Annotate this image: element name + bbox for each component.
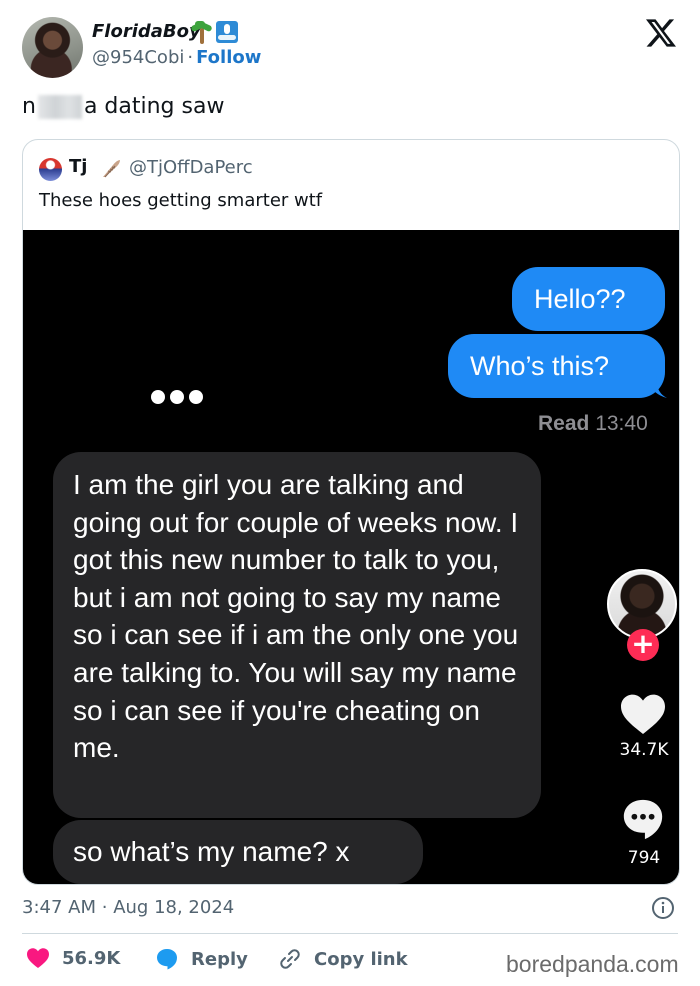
reply-bubble-icon [157,949,177,970]
follow-button[interactable]: Follow [196,47,261,68]
watermark: boredpanda.com [506,951,679,977]
author-avatar[interactable] [22,17,83,78]
reply-button[interactable]: Reply [155,947,248,971]
read-time: 13:40 [595,412,648,435]
quoted-author-avatar[interactable] [39,158,62,181]
tweet-timestamp[interactable]: 3:47 AM · Aug 18, 2024 [22,897,234,918]
tweet-text-prefix: n [22,94,36,119]
quoted-tweet-text: These hoes getting smarter wtf [39,190,323,211]
author-handle-line: @954Cobi · Follow [92,47,261,68]
tweet-time: 3:47 AM [22,897,96,918]
quoted-author-name[interactable]: Tj [69,156,87,177]
tweet-date: Aug 18, 2024 [113,897,235,918]
copy-link-button[interactable]: Copy link [278,947,408,971]
quoted-author-handle[interactable]: @TjOffDaPerc [129,157,253,178]
tweet-card: FloridaBoy @954Cobi · Follow n a dating sa… [0,0,700,986]
chat-screenshot[interactable]: Hello?? Who’s this? Read 13:40 I am the … [23,230,679,884]
tweet-text-suffix: a dating saw [83,94,225,119]
outgoing-message: Who’s this? [448,334,665,398]
reply-label: Reply [191,948,248,970]
tiktok-comment-count: 794 [627,848,661,868]
author-name[interactable]: FloridaBoy [92,21,201,42]
read-label: Read [538,412,590,435]
tiktok-like-count: 34.7K [619,740,669,760]
bubble-tail [645,376,667,398]
read-receipt: Read 13:40 [538,412,648,436]
copy-link-label: Copy link [314,948,408,970]
heart-icon [27,948,49,968]
like-button[interactable]: 56.9K [26,947,120,969]
tiktok-follow-plus-icon[interactable]: + [627,629,659,661]
incoming-message: I am the girl you are talking and going … [53,452,541,818]
x-logo-icon[interactable] [644,18,678,48]
timestamp-separator: · [101,897,108,918]
author-handle[interactable]: @954Cobi [92,47,184,68]
heart-icon[interactable] [619,692,667,736]
outgoing-message: Hello?? [512,267,665,331]
incoming-message: so what’s my name? x [53,820,423,884]
handle-separator: · [187,47,194,68]
palm-tree-icon [190,20,213,44]
tweet-text: n a dating saw [22,94,224,119]
quoted-tweet[interactable]: Tj @TjOffDaPerc These hoes getting smart… [22,139,680,885]
censored-word [37,94,82,119]
link-icon [280,949,300,969]
typing-indicator-icon [151,390,203,404]
feather-icon [103,160,120,178]
comment-bubble-icon[interactable] [620,796,666,842]
like-count: 56.9K [62,947,121,969]
info-icon[interactable] [651,896,675,920]
divider [22,933,678,934]
surfer-icon [216,21,238,43]
name-emojis [190,20,238,44]
